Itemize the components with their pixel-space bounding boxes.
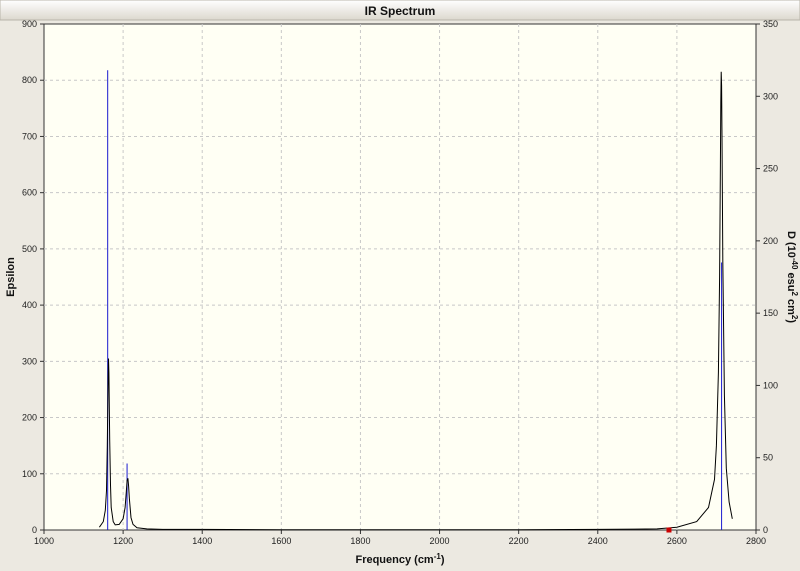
- y-tick-label: 700: [22, 131, 37, 141]
- y2-tick-label: 0: [763, 525, 768, 535]
- y-tick-label: 600: [22, 188, 37, 198]
- chart-title: IR Spectrum: [365, 4, 436, 18]
- x-tick-label: 2000: [430, 536, 450, 546]
- x-tick-label: 1200: [113, 536, 133, 546]
- x-tick-label: 1600: [271, 536, 291, 546]
- x-tick-label: 2600: [667, 536, 687, 546]
- x-tick-label: 1800: [350, 536, 370, 546]
- x-axis-title: Frequency (cm-1): [355, 552, 444, 566]
- y-tick-label: 300: [22, 356, 37, 366]
- y-tick-label: 500: [22, 244, 37, 254]
- x-tick-label: 1000: [34, 536, 54, 546]
- y-tick-label: 900: [22, 19, 37, 29]
- chart-canvas: IR Spectrum1000 1200 1400 1600 1800 2000 2200 2…: [0, 0, 800, 566]
- y2-tick-label: 250: [763, 164, 778, 174]
- y2-axis-title: D (10-40 esu2 cm2): [785, 231, 799, 323]
- y-axis-title: Epsilon: [5, 257, 17, 297]
- x-tick-label: 2400: [588, 536, 608, 546]
- y-tick-label: 200: [22, 413, 37, 423]
- y2-tick-label: 350: [763, 19, 778, 29]
- y-tick-label: 800: [22, 75, 37, 85]
- y2-tick-label: 150: [763, 308, 778, 318]
- x-tick-label: 2800: [746, 536, 766, 546]
- y2-tick-label: 200: [763, 236, 778, 246]
- y-tick-label: 400: [22, 300, 37, 310]
- plot-area: [43, 23, 757, 531]
- ir-spectrum-chart: IR Spectrum 1000 1200 1400 1600 1800 2000 2200 2…: [0, 0, 800, 571]
- y2-tick-label: 50: [763, 453, 773, 463]
- y2-tick-label: 100: [763, 380, 778, 390]
- y-tick-label: 0: [32, 525, 37, 535]
- y-tick-label: 100: [22, 469, 37, 479]
- y2-tick-label: 300: [763, 91, 778, 101]
- x-tick-label: 1400: [192, 536, 212, 546]
- cursor-marker: [666, 527, 672, 533]
- x-tick-label: 2200: [509, 536, 529, 546]
